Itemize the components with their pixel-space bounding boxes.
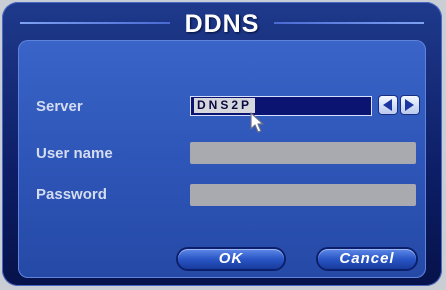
next-server-button[interactable] — [401, 96, 419, 114]
password-field[interactable] — [190, 184, 416, 206]
user-name-label: User name — [36, 145, 113, 162]
arrow-left-icon — [383, 99, 392, 111]
arrow-right-icon — [405, 99, 414, 111]
user-name-field[interactable] — [190, 142, 416, 164]
mouse-pointer-icon — [250, 112, 264, 133]
ok-button[interactable]: OK — [178, 249, 284, 269]
password-label: Password — [36, 186, 107, 203]
settings-panel: Server DNS2P User name Password OK Cance… — [18, 40, 426, 278]
ddns-dialog: DDNS Server DNS2P User name Password OK … — [2, 2, 442, 286]
prev-server-button[interactable] — [379, 96, 397, 114]
cancel-button[interactable]: Cancel — [318, 249, 416, 269]
server-select[interactable]: DNS2P — [190, 96, 372, 116]
server-value: DNS2P — [194, 98, 256, 113]
server-label: Server — [36, 98, 83, 115]
